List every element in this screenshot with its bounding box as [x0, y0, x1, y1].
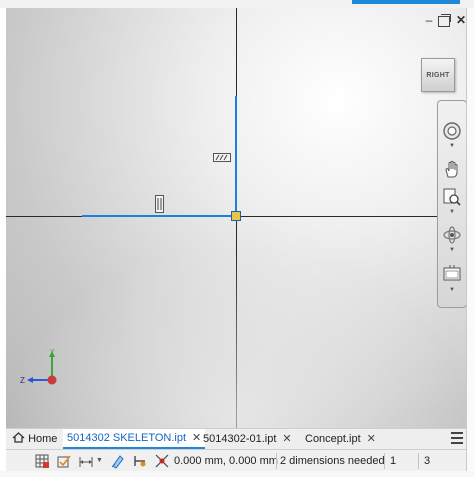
look-at-dropdown-icon[interactable]: ▼ [449, 287, 455, 293]
graphics-window[interactable]: Y Z RIGHT – ✕ [6, 8, 466, 428]
title-strip [0, 0, 474, 8]
sketch-horizontal-line[interactable] [82, 215, 236, 217]
coordinate-triad: Y Z [20, 349, 57, 385]
horizontal-constraint-icon[interactable] [213, 153, 231, 162]
orbit-icon[interactable] [442, 225, 462, 245]
document-tab-bar: Home 5014302 SKELETON.ipt ✕ 5014302-01.ip… [6, 428, 466, 449]
status-count-b: 3 [424, 455, 431, 467]
zoom-dropdown-icon[interactable]: ▼ [449, 209, 455, 215]
status-separator [384, 453, 385, 469]
maximize-button[interactable] [438, 14, 451, 27]
home-icon [12, 432, 25, 443]
window-right-border [466, 8, 474, 477]
tab-label: Concept.ipt [305, 433, 361, 445]
navigation-bar: ▼ ▼ ▼ ▼ [437, 100, 467, 308]
status-separator [276, 453, 277, 469]
steering-wheel-dropdown-icon[interactable]: ▼ [449, 143, 455, 149]
close-tab-icon[interactable]: ✕ [282, 433, 291, 445]
zoom-window-icon[interactable] [442, 187, 462, 207]
constraint-inference-icon[interactable] [56, 453, 72, 469]
sketch-vertical-line[interactable] [235, 96, 237, 216]
viewcube-face-label: RIGHT [426, 71, 450, 79]
close-button[interactable]: ✕ [454, 14, 466, 26]
tab-home-label: Home [28, 433, 58, 445]
tab-5014302-skeleton[interactable]: 5014302 SKELETON.ipt ✕ [63, 429, 206, 449]
triad-z-label: Z [20, 376, 25, 385]
vertical-constraint-icon[interactable] [155, 195, 164, 213]
pan-hand-icon[interactable] [442, 159, 462, 179]
viewcube[interactable]: RIGHT [421, 58, 455, 92]
tab-home[interactable]: Home [8, 429, 61, 449]
show-constraints-icon[interactable] [132, 453, 148, 469]
close-tab-icon[interactable]: ✕ [367, 433, 376, 445]
triad-y-label: Y [50, 349, 55, 356]
tab-concept[interactable]: Concept.ipt ✕ [301, 429, 380, 449]
cursor-coordinates: 0.000 mm, 0.000 mm [174, 455, 278, 467]
title-strip-accent [352, 0, 460, 4]
status-separator [418, 453, 419, 469]
tab-5014302-01[interactable]: 5014302-01.ipt ✕ [199, 429, 296, 449]
minimize-button[interactable]: – [422, 14, 436, 26]
sketch-origin-point[interactable] [231, 211, 241, 221]
tab-label: 5014302 SKELETON.ipt [67, 432, 187, 444]
dimensions-needed-message: 2 dimensions needed [280, 455, 385, 467]
grid-snap-icon[interactable] [34, 453, 50, 469]
look-at-icon[interactable] [442, 263, 462, 283]
relax-mode-icon[interactable] [110, 453, 126, 469]
dimension-dropdown-icon[interactable]: ▼ [96, 450, 103, 472]
tab-menu-icon[interactable] [451, 432, 463, 447]
dimension-icon[interactable] [78, 453, 94, 469]
steering-wheel-icon[interactable] [442, 121, 462, 141]
tab-label: 5014302-01.ipt [203, 433, 277, 445]
status-count-a: 1 [390, 455, 397, 467]
orbit-dropdown-icon[interactable]: ▼ [449, 247, 455, 253]
status-bar: ▼ 0.000 mm, 0.000 mm 2 dimensions needed… [6, 449, 466, 472]
window-bottom-border [0, 471, 474, 477]
show-dof-icon[interactable] [154, 453, 170, 469]
